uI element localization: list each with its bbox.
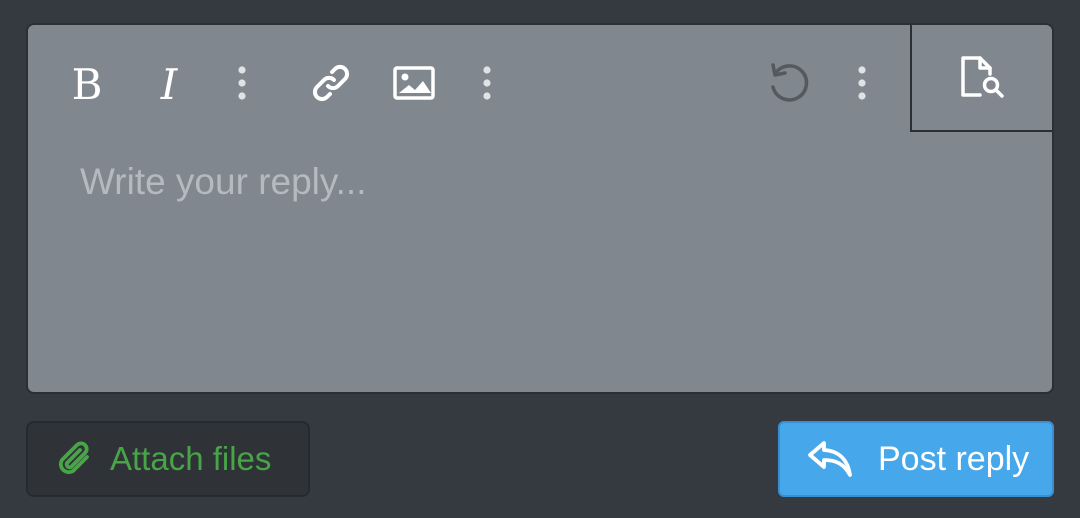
post-reply-button[interactable]: Post reply: [778, 421, 1054, 497]
preview-button[interactable]: [910, 25, 1052, 132]
more-text-options-button[interactable]: [218, 59, 266, 107]
preview-icon: [961, 55, 1004, 98]
image-icon: [393, 66, 435, 100]
italic-button[interactable]: I: [145, 59, 193, 107]
more-vertical-icon: [238, 66, 246, 100]
undo-button[interactable]: [765, 59, 813, 107]
more-insert-options-button[interactable]: [463, 59, 511, 107]
reply-icon: [808, 441, 852, 477]
svg-text:B: B: [72, 61, 103, 105]
image-button[interactable]: [390, 59, 438, 107]
paperclip-icon: [58, 441, 89, 475]
link-button[interactable]: [307, 59, 355, 107]
more-options-button[interactable]: [838, 59, 886, 107]
attach-files-button[interactable]: Attach files: [26, 421, 310, 497]
more-vertical-icon: [483, 66, 491, 100]
more-vertical-icon: [858, 66, 866, 100]
attach-files-label: Attach files: [110, 440, 272, 477]
undo-icon: [771, 63, 809, 102]
link-icon: [312, 64, 350, 102]
svg-text:I: I: [160, 61, 179, 105]
bold-button[interactable]: B: [63, 59, 111, 107]
italic-icon: I: [160, 61, 179, 105]
bold-icon: B: [72, 61, 103, 105]
post-reply-label: Post reply: [878, 439, 1030, 478]
reply-textarea[interactable]: [80, 161, 980, 361]
reply-editor: B I: [26, 23, 1054, 394]
